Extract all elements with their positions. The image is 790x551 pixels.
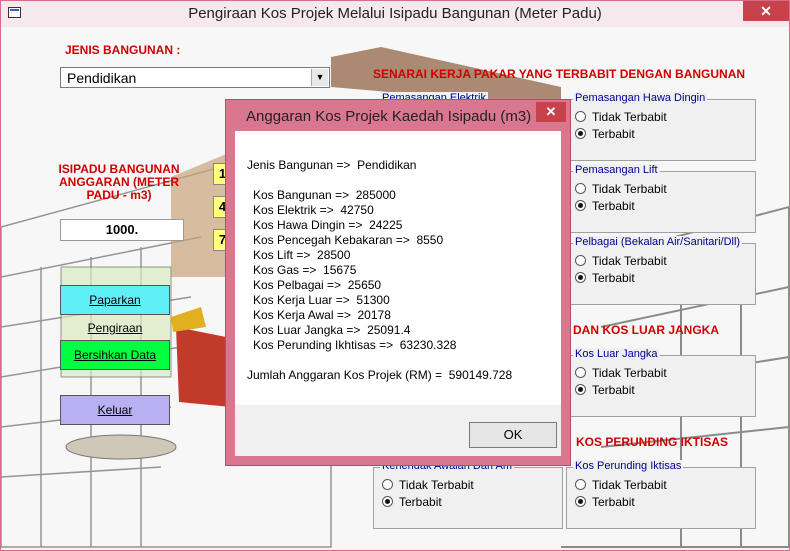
title-bar: Pengiraan Kos Projek Melalui Isipadu Ban… <box>1 1 789 27</box>
radio-dot[interactable] <box>575 255 586 266</box>
radio-label: Tidak Terbabit <box>592 254 667 268</box>
group-pemasangan-hawa-dingin: Pemasangan Hawa Dingin Tidak Terbabit Te… <box>566 92 756 161</box>
main-window: Pengiraan Kos Projek Melalui Isipadu Ban… <box>0 0 790 551</box>
radio-label: Terbabit <box>399 495 442 509</box>
radio-perunding-terbabit[interactable]: Terbabit <box>575 495 635 509</box>
radio-label: Tidak Terbabit <box>592 182 667 196</box>
radio-dot-selected[interactable] <box>575 200 586 211</box>
jenis-bangunan-label: JENIS BANGUNAN : <box>65 43 181 57</box>
cost-line: Kos Bangunan => 285000 <box>253 188 396 202</box>
total-line: Jumlah Anggaran Kos Projek (RM) = 590149… <box>247 368 513 382</box>
chevron-down-icon[interactable]: ▼ <box>311 69 328 86</box>
radio-dot[interactable] <box>575 183 586 194</box>
radio-dot[interactable] <box>575 479 586 490</box>
kos-luar-jangka-heading: DAN KOS LUAR JANGKA <box>573 323 720 337</box>
cost-line: Kos Pencegah Kebakaran => 8550 <box>253 233 444 247</box>
dialog-title: Anggaran Kos Projek Kaedah Isipadu (m3) <box>246 108 532 125</box>
radio-label: Terbabit <box>592 271 635 285</box>
radio-label: Tidak Terbabit <box>399 478 474 492</box>
window-title: Pengiraan Kos Projek Melalui Isipadu Ban… <box>188 5 602 22</box>
cost-line: Kos Kerja Luar => 51300 <box>253 293 390 307</box>
group-caption: Pemasangan Lift <box>573 164 660 176</box>
radio-dot-selected[interactable] <box>575 384 586 395</box>
cost-line: Kos Luar Jangka => 25091.4 <box>253 323 411 337</box>
bersihkan-data-button[interactable]: Bersihkan Data <box>60 340 170 370</box>
cost-line: Kos Gas => 15675 <box>253 263 357 277</box>
radio-lift-tidak-terbabit[interactable]: Tidak Terbabit <box>575 182 667 196</box>
radio-dot[interactable] <box>575 367 586 378</box>
group-pelbagai: Pelbagai (Bekalan Air/Sanitari/Dll) Tida… <box>566 236 756 305</box>
group-caption: Pemasangan Hawa Dingin <box>573 92 708 104</box>
dialog-close-button[interactable]: ✕ <box>536 102 566 122</box>
jenis-line: Jenis Bangunan => Pendidikan <box>247 158 417 172</box>
radio-luar-jangka-tidak-terbabit[interactable]: Tidak Terbabit <box>575 366 667 380</box>
senarai-kerja-heading: SENARAI KERJA PAKAR YANG TERBABIT DENGAN… <box>373 67 746 81</box>
radio-label: Terbabit <box>592 127 635 141</box>
radio-kerja-awal-tidak-terbabit[interactable]: Tidak Terbabit <box>382 478 474 492</box>
kos-perunding-heading: KOS PERUNDING IKTISAS <box>576 435 729 449</box>
radio-dot-selected[interactable] <box>382 496 393 507</box>
cost-line: Kos Kerja Awal => 20178 <box>253 308 391 322</box>
group-kos-perunding: Kos Perunding Iktisas Tidak Terbabit Ter… <box>566 460 756 529</box>
radio-label: Terbabit <box>592 199 635 213</box>
radio-dot-selected[interactable] <box>575 272 586 283</box>
radio-hawa-terbabit[interactable]: Terbabit <box>575 127 635 141</box>
radio-label: Tidak Terbabit <box>592 110 667 124</box>
radio-hawa-tidak-terbabit[interactable]: Tidak Terbabit <box>575 110 667 124</box>
radio-label: Terbabit <box>592 383 635 397</box>
cost-line: Kos Lift => 28500 <box>253 248 351 262</box>
group-kos-luar-jangka: Kos Luar Jangka Tidak Terbabit Terbabit <box>566 348 756 417</box>
isipadu-label: ISIPADU BANGUNAN ANGGARAN (METER PADU - … <box>55 163 183 202</box>
dropdown-selected-value: Pendidikan <box>67 70 137 86</box>
radio-pelbagai-tidak-terbabit[interactable]: Tidak Terbabit <box>575 254 667 268</box>
keluar-button[interactable]: Keluar <box>60 395 170 425</box>
group-kerja-awal: Kerlendak Awalan Dari Am Tidak Terbabit … <box>373 460 563 529</box>
radio-pelbagai-terbabit[interactable]: Terbabit <box>575 271 635 285</box>
cost-line: Kos Elektrik => 42750 <box>253 203 374 217</box>
group-caption: Kos Perunding Iktisas <box>573 460 684 472</box>
group-caption: Kos Luar Jangka <box>573 348 660 360</box>
isipadu-input[interactable]: 1000. <box>60 219 184 241</box>
radio-dot[interactable] <box>575 111 586 122</box>
radio-kerja-awal-terbabit[interactable]: Terbabit <box>382 495 442 509</box>
paparkan-pengiraan-button[interactable]: Paparkan Pengiraan <box>60 285 170 335</box>
jenis-bangunan-dropdown[interactable]: Pendidikan ▼ <box>60 67 330 88</box>
radio-lift-terbabit[interactable]: Terbabit <box>575 199 635 213</box>
group-caption: Pelbagai (Bekalan Air/Sanitari/Dll) <box>573 236 743 248</box>
ok-button[interactable]: OK <box>469 422 557 448</box>
window-close-button[interactable]: ✕ <box>743 1 789 21</box>
result-dialog: Anggaran Kos Projek Kaedah Isipadu (m3) … <box>225 99 571 466</box>
cost-line: Kos Perunding Ikhtisas => 63230.328 <box>253 338 457 352</box>
radio-label: Terbabit <box>592 495 635 509</box>
radio-perunding-tidak-terbabit[interactable]: Tidak Terbabit <box>575 478 667 492</box>
radio-dot[interactable] <box>382 479 393 490</box>
radio-luar-jangka-terbabit[interactable]: Terbabit <box>575 383 635 397</box>
isipadu-label-line3: PADU - m3) <box>86 188 152 202</box>
radio-label: Tidak Terbabit <box>592 478 667 492</box>
cost-line: Kos Hawa Dingin => 24225 <box>253 218 403 232</box>
group-pemasangan-lift: Pemasangan Lift Tidak Terbabit Terbabit <box>566 164 756 233</box>
radio-label: Tidak Terbabit <box>592 366 667 380</box>
radio-dot-selected[interactable] <box>575 496 586 507</box>
cost-line: Kos Pelbagai => 25650 <box>253 278 382 292</box>
radio-dot-selected[interactable] <box>575 128 586 139</box>
